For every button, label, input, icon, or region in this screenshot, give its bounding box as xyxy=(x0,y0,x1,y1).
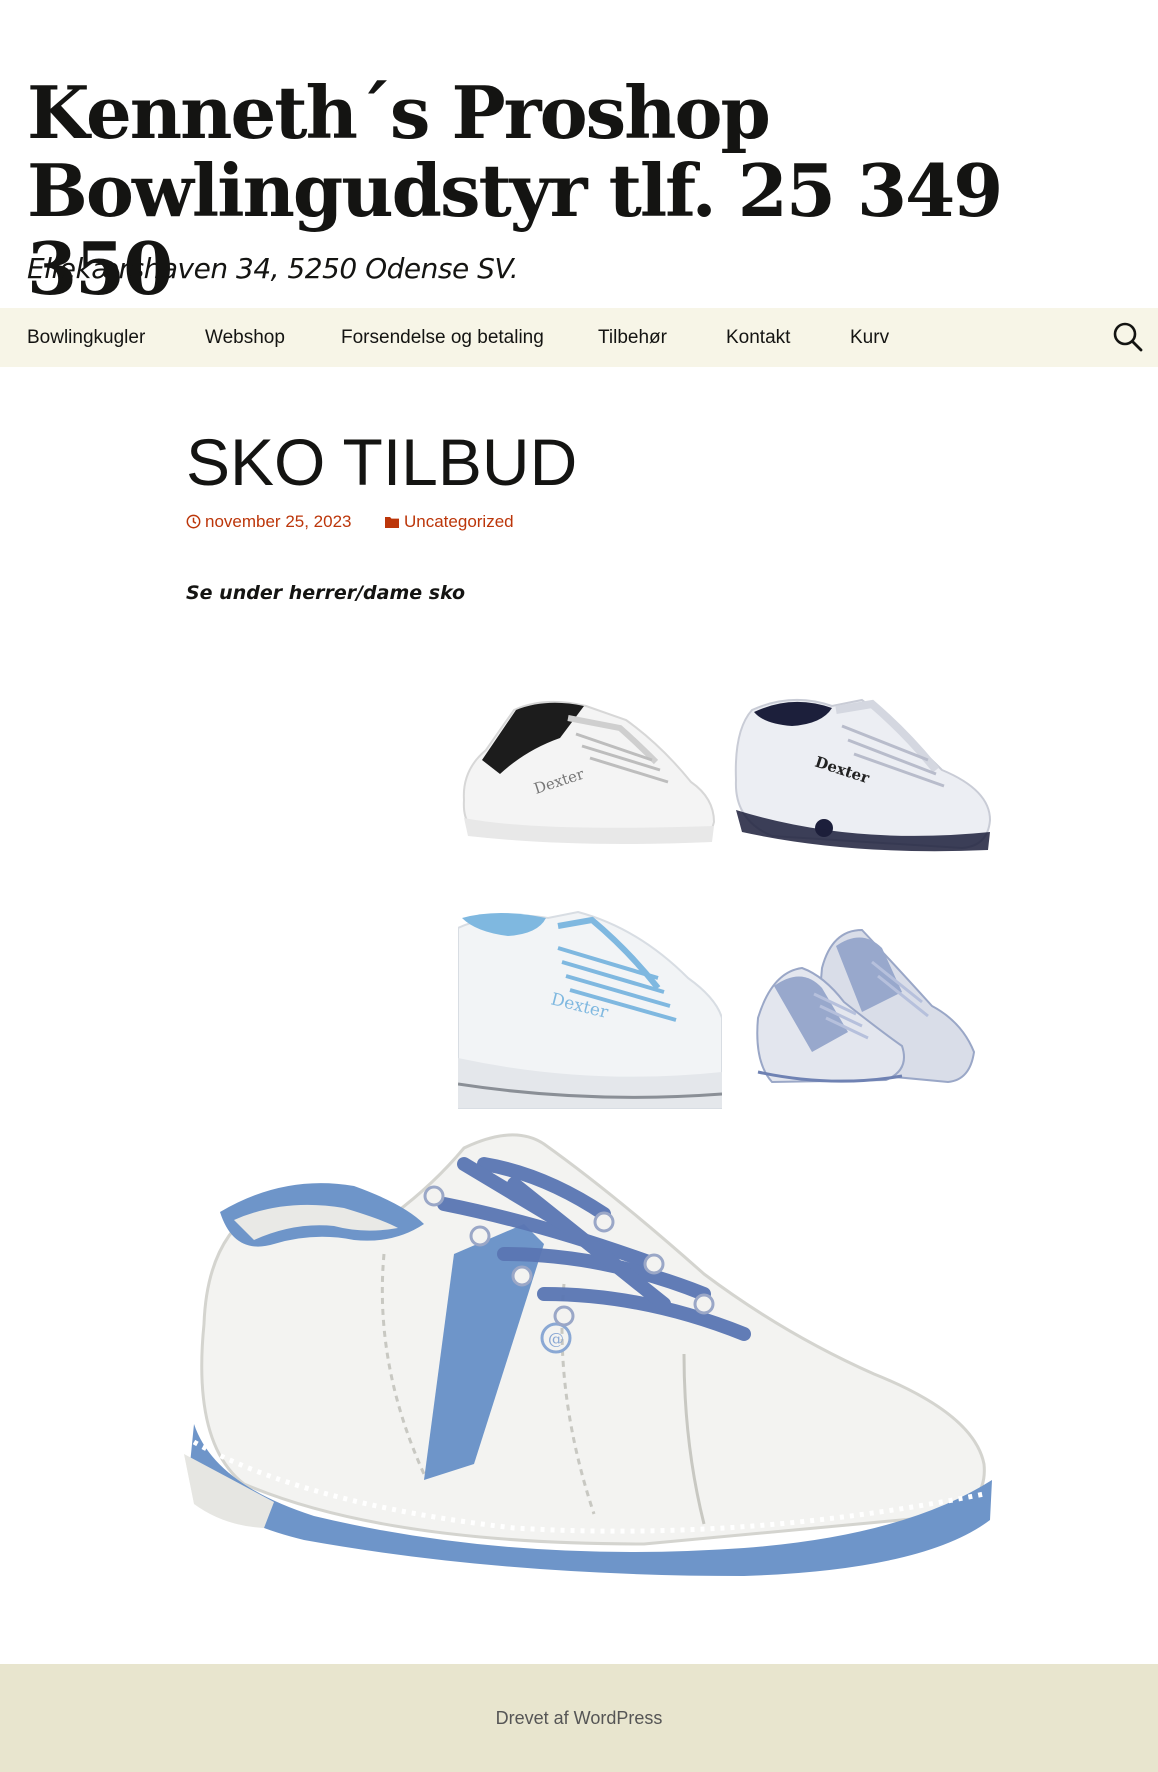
post-category[interactable]: Uncategorized xyxy=(404,512,514,531)
site-title-line2[interactable]: Bowlingudstyr tlf. 25 349 350 xyxy=(27,148,1003,311)
footer-credit-link[interactable]: Drevet af WordPress xyxy=(0,1664,1158,1772)
shoe-black-white-image[interactable]: Dexter xyxy=(456,690,718,850)
shoe-white-blue-large-image[interactable]: @ xyxy=(184,1124,994,1580)
shoe-grey-blue-pair-image[interactable] xyxy=(752,922,978,1092)
nav-item-kontakt[interactable]: Kontakt xyxy=(726,308,790,367)
post-date-link[interactable]: november 25, 2023 xyxy=(186,512,352,532)
clock-icon xyxy=(186,514,201,529)
nav-item-forsendelse[interactable]: Forsendelse og betaling xyxy=(341,308,544,367)
post-category-link[interactable]: Uncategorized xyxy=(384,512,514,532)
post-date[interactable]: november 25, 2023 xyxy=(205,512,352,531)
main-navigation: Bowlingkugler Webshop Forsendelse og bet… xyxy=(0,308,1158,367)
post-lead-text: Se under herrer/dame sko xyxy=(186,582,466,604)
shoe-white-navy-image[interactable]: Dexter xyxy=(732,690,994,858)
shoe-white-lightblue-image[interactable]: Dexter xyxy=(458,908,722,1112)
nav-item-bowlingkugler[interactable]: Bowlingkugler xyxy=(27,308,145,367)
site-footer: Drevet af WordPress xyxy=(0,1664,1158,1772)
site-description: Ellekærshaven 34, 5250 Odense SV. xyxy=(27,252,519,285)
nav-item-webshop[interactable]: Webshop xyxy=(205,308,285,367)
nav-item-kurv[interactable]: Kurv xyxy=(850,308,889,367)
search-icon[interactable] xyxy=(1112,321,1144,353)
site-title-line1[interactable]: Kenneth´s Proshop xyxy=(27,70,771,155)
folder-icon xyxy=(385,517,399,528)
nav-item-tilbehor[interactable]: Tilbehør xyxy=(598,308,667,367)
svg-text:@: @ xyxy=(548,1329,564,1348)
site-header: Kenneth´s Proshop Bowlingudstyr tlf. 25 … xyxy=(0,0,1158,308)
post-title[interactable]: SKO TILBUD xyxy=(186,422,577,502)
